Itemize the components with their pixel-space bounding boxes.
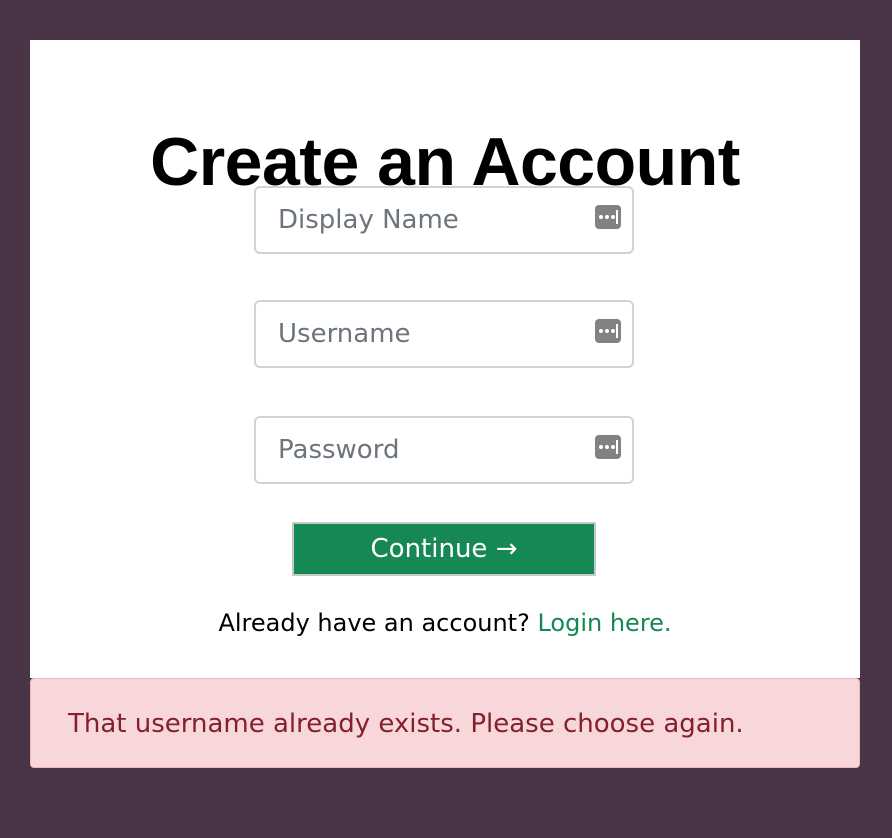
display-name-field[interactable]: [254, 186, 634, 254]
password-manager-key-icon[interactable]: [595, 205, 621, 229]
error-alert: That username already exists. Please cho…: [30, 678, 860, 768]
signup-card: Create an Account Continue → Already ha: [30, 40, 860, 678]
password-manager-key-icon[interactable]: [595, 319, 621, 343]
continue-button[interactable]: Continue →: [292, 522, 596, 576]
password-input[interactable]: [256, 418, 632, 482]
login-prompt: Already have an account? Login here.: [30, 606, 860, 640]
login-link[interactable]: Login here.: [537, 609, 671, 637]
error-message: That username already exists. Please cho…: [68, 709, 744, 739]
username-input[interactable]: [256, 302, 632, 366]
display-name-input[interactable]: [256, 188, 632, 252]
login-prompt-text: Already have an account?: [218, 609, 530, 637]
password-manager-key-icon[interactable]: [595, 435, 621, 459]
password-field[interactable]: [254, 416, 634, 484]
username-field[interactable]: [254, 300, 634, 368]
